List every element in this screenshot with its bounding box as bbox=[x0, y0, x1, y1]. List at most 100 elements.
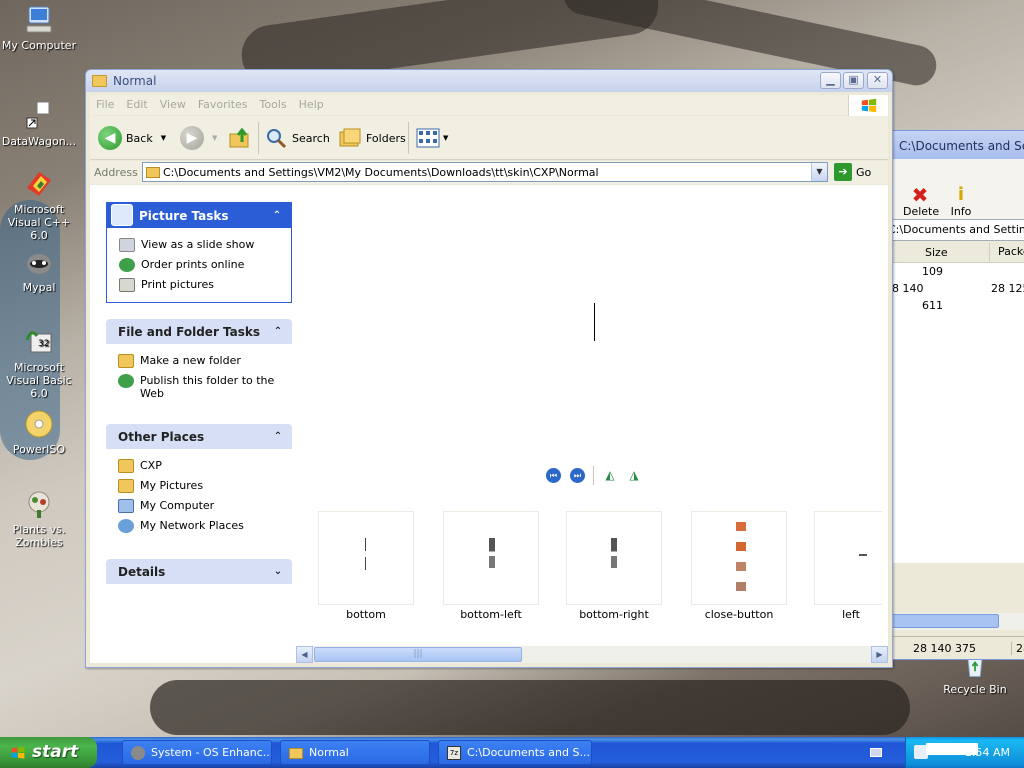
window-title: Normal bbox=[113, 74, 157, 88]
maximize-button[interactable]: ▣ bbox=[843, 72, 864, 89]
go-button[interactable]: ➔ Go bbox=[834, 162, 871, 182]
previous-image-button[interactable]: ⏮ bbox=[546, 468, 561, 483]
desktop-icon-poweriso[interactable]: PowerISO bbox=[0, 408, 78, 456]
column-packed[interactable]: Packed bbox=[989, 243, 1024, 261]
details-panel: Details ⌄ bbox=[106, 559, 292, 584]
address-dropdown-icon[interactable]: ▼ bbox=[811, 163, 827, 181]
desktop-icon-my-computer[interactable]: My Computer bbox=[0, 4, 78, 52]
standard-toolbar: ◀ Back ▼ ▶ ▼ Search Folders ▼ bbox=[90, 116, 888, 160]
minimize-button[interactable]: ▁ bbox=[820, 72, 841, 89]
background-window-toolbar: lp ✖ Delete i Info bbox=[885, 159, 1024, 219]
folders-button[interactable]: Folders bbox=[338, 124, 406, 152]
chevron-up-icon[interactable]: ⌃ bbox=[270, 324, 286, 340]
thumbnail-image bbox=[365, 538, 366, 570]
taskbar-button-archive[interactable]: 7z C:\Documents and S... bbox=[438, 740, 592, 765]
up-folder-button[interactable] bbox=[228, 124, 252, 152]
back-dropdown-icon: ▼ bbox=[160, 134, 167, 142]
views-button[interactable]: ▼ bbox=[416, 124, 448, 152]
folders-label: Folders bbox=[366, 131, 406, 145]
taskbar-button-system[interactable]: System - OS Enhanc... bbox=[122, 740, 272, 765]
chevron-down-icon[interactable]: ⌄ bbox=[270, 564, 286, 580]
background-window-scrollbar[interactable] bbox=[885, 613, 1024, 630]
close-button[interactable]: ✕ bbox=[867, 72, 888, 89]
scroll-left-button[interactable]: ◀ bbox=[296, 646, 313, 663]
details-header[interactable]: Details ⌄ bbox=[106, 559, 292, 584]
delete-label: Delete bbox=[903, 205, 940, 218]
table-row[interactable]: 109 bbox=[885, 263, 1024, 280]
task-order-prints[interactable]: Order prints online bbox=[119, 258, 291, 272]
other-places-header[interactable]: Other Places ⌃ bbox=[106, 424, 292, 449]
place-label: CXP bbox=[140, 459, 162, 472]
task-label: Publish this folder to the Web bbox=[140, 374, 275, 400]
rotate-counterclockwise-button[interactable]: ◮ bbox=[626, 468, 642, 483]
thumbnail[interactable] bbox=[566, 511, 662, 605]
menu-favorites[interactable]: Favorites bbox=[192, 95, 254, 115]
task-publish-web[interactable]: Publish this folder to the Web bbox=[118, 374, 292, 400]
info-button[interactable]: i Info bbox=[949, 184, 973, 219]
thumbnail[interactable] bbox=[443, 511, 539, 605]
horizontal-scrollbar[interactable]: ◀ ||| ▶ bbox=[296, 646, 888, 663]
chevron-up-icon[interactable]: ⌃ bbox=[270, 429, 286, 445]
toolbar-separator bbox=[258, 122, 259, 154]
new-folder-icon bbox=[118, 354, 134, 368]
task-view-slideshow[interactable]: View as a slide show bbox=[119, 238, 291, 252]
thumbnail[interactable] bbox=[318, 511, 414, 605]
thumbnail-image bbox=[489, 538, 495, 568]
thumbnail[interactable] bbox=[814, 511, 882, 605]
address-label: Address bbox=[94, 166, 138, 179]
place-my-computer[interactable]: My Computer bbox=[118, 499, 292, 513]
filmstrip-view[interactable]: ⏮ ⏭ ◭ ◮ bottom bottom-left bottom-right … bbox=[296, 185, 888, 663]
explorer-window[interactable]: Normal ▁ ▣ ✕ File Edit View Favorites Tools H… bbox=[85, 69, 893, 668]
address-input[interactable]: C:\Documents and Settings\VM2\My Documen… bbox=[142, 162, 828, 182]
delete-button[interactable]: ✖ Delete bbox=[903, 185, 940, 218]
desktop-icon-datawagon[interactable]: DataWagon... bbox=[0, 100, 78, 148]
menu-file[interactable]: File bbox=[90, 95, 120, 115]
scrollbar-thumb[interactable] bbox=[891, 614, 999, 628]
clock[interactable]: 1:54 AM bbox=[965, 746, 1010, 759]
archive-icon: 7z bbox=[447, 746, 461, 760]
taskbar-button-normal[interactable]: Normal bbox=[280, 740, 430, 765]
close-icon: ✕ bbox=[872, 73, 883, 86]
column-size[interactable]: Size bbox=[925, 246, 948, 259]
folder-icon bbox=[146, 167, 160, 178]
file-folder-tasks-header[interactable]: File and Folder Tasks ⌃ bbox=[106, 319, 292, 344]
menu-view[interactable]: View bbox=[154, 95, 192, 115]
thumbnail-caption: bottom-right bbox=[579, 608, 649, 621]
table-row[interactable]: 611 bbox=[885, 297, 1024, 314]
network-places-icon bbox=[118, 519, 134, 533]
info-icon: i bbox=[957, 184, 965, 205]
desktop-icon-label: PowerISO bbox=[12, 443, 66, 456]
menu-tools[interactable]: Tools bbox=[254, 95, 293, 115]
chevron-up-icon[interactable]: ⌃ bbox=[269, 208, 285, 224]
scrollbar-thumb[interactable]: ||| bbox=[314, 647, 522, 662]
thumbnail-caption: bottom-left bbox=[460, 608, 522, 621]
background-window-address[interactable]: C:\Documents and Settings\VM2\My Documen… bbox=[885, 219, 1024, 241]
start-button[interactable]: start bbox=[0, 737, 97, 768]
task-new-folder[interactable]: Make a new folder bbox=[118, 354, 292, 368]
desktop-icon-visual-basic[interactable]: 32 Microsoft Visual Basic 6.0 bbox=[0, 326, 78, 400]
scroll-right-button[interactable]: ▶ bbox=[871, 646, 888, 663]
table-row[interactable]: 28 140 37528 125 bbox=[885, 280, 1024, 308]
keyboard-icon[interactable] bbox=[870, 748, 882, 757]
place-network[interactable]: My Network Places bbox=[118, 519, 292, 533]
forward-button[interactable]: ▶ ▼ bbox=[180, 124, 217, 152]
windows-logo bbox=[848, 95, 888, 117]
thumbnail-image bbox=[736, 522, 746, 591]
title-bar[interactable]: Normal ▁ ▣ ✕ bbox=[86, 70, 892, 92]
place-cxp[interactable]: CXP bbox=[118, 459, 292, 473]
menu-help[interactable]: Help bbox=[293, 95, 330, 115]
desktop-icon-visual-cpp[interactable]: Microsoft Visual C++ 6.0 bbox=[0, 168, 78, 242]
menu-edit[interactable]: Edit bbox=[120, 95, 153, 115]
task-print-pictures[interactable]: Print pictures bbox=[119, 278, 291, 292]
desktop-icon-plants-vs-zombies[interactable]: Plants vs. Zombies bbox=[0, 488, 78, 549]
place-my-pictures[interactable]: My Pictures bbox=[118, 479, 292, 493]
search-button[interactable]: Search bbox=[264, 124, 330, 152]
desktop-icon-mypal[interactable]: Mypal bbox=[0, 246, 78, 294]
picture-tasks-header[interactable]: Picture Tasks ⌃ bbox=[107, 203, 291, 228]
thumbnail[interactable] bbox=[691, 511, 787, 605]
next-image-button[interactable]: ⏭ bbox=[570, 468, 585, 483]
rotate-clockwise-button[interactable]: ◭ bbox=[602, 468, 618, 483]
picture-tasks-list: View as a slide show Order prints online… bbox=[107, 228, 291, 302]
back-button[interactable]: ◀ Back ▼ bbox=[98, 124, 166, 152]
background-window[interactable]: C:\Documents and Settings\VM2\My Documen… bbox=[884, 130, 1024, 660]
